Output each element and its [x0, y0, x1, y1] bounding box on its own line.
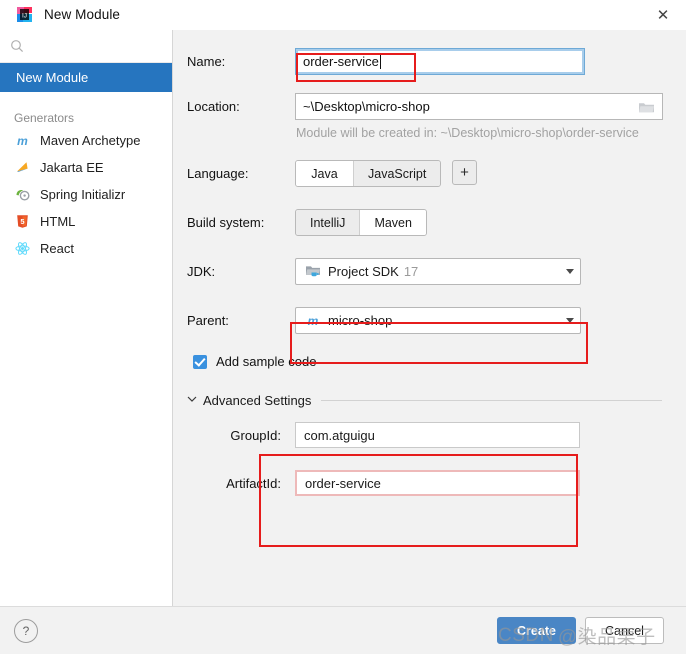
group-id-label: GroupId:: [230, 428, 281, 443]
sidebar-item-label: New Module: [16, 70, 89, 85]
build-system-option-intellij[interactable]: IntelliJ: [296, 210, 361, 235]
jakarta-ee-icon: [14, 159, 31, 176]
location-hint: Module will be created in: ~\Desktop\mic…: [296, 126, 639, 140]
advanced-settings-header[interactable]: Advanced Settings: [187, 393, 662, 408]
maven-icon: m: [14, 132, 31, 149]
advanced-settings-divider: [321, 400, 662, 401]
name-label: Name:: [187, 54, 226, 69]
window-title: New Module: [44, 7, 121, 22]
parent-combobox[interactable]: m micro-shop: [295, 307, 581, 334]
search-icon: [10, 39, 24, 53]
parent-value: micro-shop: [328, 313, 393, 328]
main-panel: Name: order-service Location: ~\Desktop\…: [173, 30, 686, 606]
footer-buttons: Create Cancel: [497, 617, 664, 644]
add-language-button[interactable]: +: [451, 160, 477, 185]
group-id-value: com.atguigu: [304, 427, 375, 443]
cancel-button[interactable]: Cancel: [585, 617, 664, 644]
chevron-down-icon: [566, 269, 574, 274]
spring-initializr-icon: [14, 186, 31, 203]
jdk-combobox[interactable]: Project SDK 17: [295, 258, 581, 285]
intellij-idea-icon: IJ: [16, 6, 33, 23]
sidebar: New Module Generators m Maven Archetype: [0, 30, 173, 606]
text-caret: [379, 54, 381, 69]
location-input-value: ~\Desktop\micro-shop: [303, 99, 430, 114]
artifact-id-row: ArtifactId: order-service: [203, 470, 662, 496]
html5-icon: 5: [14, 213, 31, 230]
location-input[interactable]: ~\Desktop\micro-shop: [295, 93, 663, 120]
sidebar-item-label: Jakarta EE: [40, 160, 104, 175]
help-button[interactable]: ?: [14, 618, 38, 643]
folder-icon[interactable]: [637, 99, 655, 115]
language-option-java[interactable]: Java: [296, 161, 354, 186]
sidebar-search[interactable]: [0, 30, 172, 63]
dialog-footer: ? Create Cancel: [0, 606, 686, 654]
new-module-dialog: IJ New Module ✕ New Module Generators m …: [0, 0, 686, 654]
artifact-id-label: ArtifactId:: [226, 476, 281, 491]
artifact-id-value: order-service: [305, 475, 381, 491]
advanced-settings-body: GroupId: com.atguigu ArtifactId: order-s…: [187, 408, 662, 496]
location-label: Location:: [187, 99, 240, 114]
svg-text:m: m: [308, 314, 319, 328]
add-sample-code-label: Add sample code: [216, 354, 317, 369]
sidebar-item-label: HTML: [40, 214, 76, 229]
build-system-segmented-control: IntelliJ Maven: [295, 209, 427, 236]
search-input[interactable]: [31, 38, 155, 54]
build-system-option-maven[interactable]: Maven: [360, 210, 426, 235]
language-label: Language:: [187, 166, 249, 181]
module-form: Name: order-service Location: ~\Desktop\…: [173, 30, 686, 496]
sidebar-item-spring-initializr[interactable]: Spring Initializr: [0, 181, 172, 208]
react-icon: [14, 240, 31, 257]
parent-row: Parent: m micro-shop: [187, 307, 662, 334]
language-row: Language: Java JavaScript +: [187, 160, 662, 187]
svg-text:5: 5: [20, 217, 24, 226]
name-row: Name: order-service: [187, 48, 662, 75]
maven-icon: m: [304, 313, 322, 329]
add-sample-code-checkbox[interactable]: [193, 354, 207, 369]
svg-text:m: m: [17, 134, 28, 148]
sidebar-item-html[interactable]: 5 HTML: [0, 208, 172, 235]
jdk-row: JDK: Project SDK 17: [187, 258, 662, 285]
name-input-value: order-service: [303, 54, 379, 69]
chevron-down-icon: [187, 394, 197, 406]
sidebar-item-jakarta-ee[interactable]: Jakarta EE: [0, 154, 172, 181]
jdk-version: 17: [403, 264, 419, 279]
group-id-row: GroupId: com.atguigu: [203, 422, 662, 448]
jdk-value: Project SDK: [328, 264, 399, 279]
sidebar-item-label: Spring Initializr: [40, 187, 126, 202]
dialog-body: New Module Generators m Maven Archetype: [0, 30, 686, 606]
sidebar-item-new-module[interactable]: New Module: [0, 63, 172, 92]
artifact-id-input[interactable]: order-service: [295, 470, 580, 496]
sidebar-item-react[interactable]: React: [0, 235, 172, 262]
language-option-javascript[interactable]: JavaScript: [354, 161, 441, 186]
group-id-input[interactable]: com.atguigu: [295, 422, 580, 448]
sidebar-group-generators: Generators: [14, 111, 75, 125]
advanced-settings-title: Advanced Settings: [203, 393, 312, 408]
location-row: Location: ~\Desktop\micro-shop Module wi…: [187, 93, 663, 140]
build-system-row: Build system: IntelliJ Maven: [187, 209, 662, 236]
svg-text:IJ: IJ: [22, 13, 27, 20]
add-sample-code-row[interactable]: Add sample code: [187, 354, 662, 369]
build-system-label: Build system:: [187, 215, 265, 230]
sidebar-item-label: Maven Archetype: [40, 133, 141, 148]
language-segmented-control: Java JavaScript: [295, 160, 442, 187]
close-icon[interactable]: ✕: [640, 0, 686, 29]
jdk-folder-icon: [304, 264, 322, 280]
sidebar-item-label: React: [40, 241, 74, 256]
jdk-label: JDK:: [187, 264, 216, 279]
title-bar: IJ New Module ✕: [0, 0, 686, 30]
chevron-down-icon: [566, 318, 574, 323]
name-input[interactable]: order-service: [295, 48, 585, 75]
create-button[interactable]: Create: [497, 617, 576, 644]
sidebar-item-maven-archetype[interactable]: m Maven Archetype: [0, 127, 172, 154]
parent-label: Parent:: [187, 313, 229, 328]
